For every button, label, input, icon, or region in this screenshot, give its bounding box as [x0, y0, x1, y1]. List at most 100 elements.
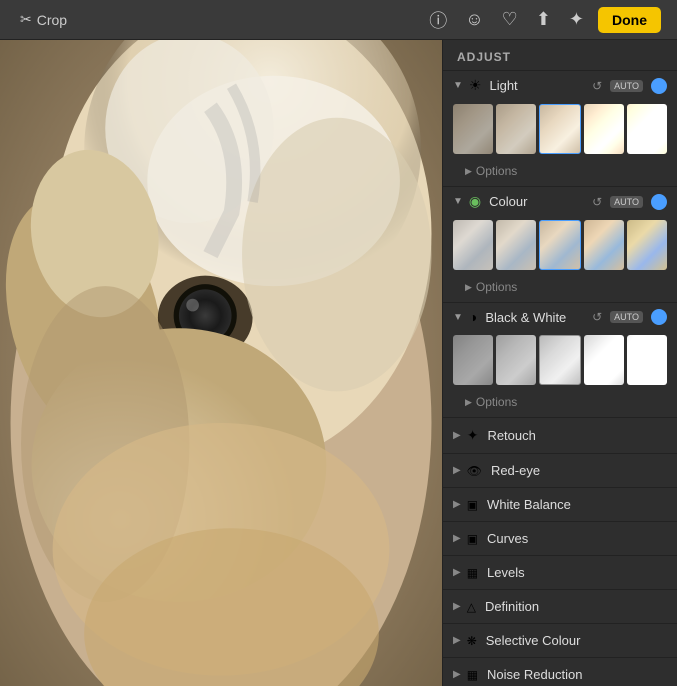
- bw-thumb-4[interactable]: [627, 335, 667, 385]
- whitebalance-icon: ▣: [467, 498, 478, 512]
- light-section: ▼ ☀ Light ↺ AUTO ▶ Options: [443, 71, 677, 187]
- retouch-label: Retouch: [487, 428, 535, 443]
- light-thumb-2[interactable]: [539, 104, 581, 154]
- bw-thumb-1[interactable]: [496, 335, 536, 385]
- colour-chevron-down: ▼: [453, 196, 463, 207]
- light-options-label: Options: [476, 164, 517, 178]
- top-bar: ✂ Crop ⓘ ☺ ♡ ⬆ ✦ Done: [0, 0, 677, 40]
- adjust-title: ADJUST: [443, 40, 677, 71]
- colour-options-chevron: ▶: [465, 282, 472, 293]
- light-label: Light: [489, 78, 588, 93]
- colour-options-label: Options: [476, 280, 517, 294]
- definition-icon: △: [467, 600, 476, 614]
- colour-section-header[interactable]: ▼ ◉ Colour ↺ AUTO: [443, 187, 677, 216]
- light-section-header[interactable]: ▼ ☀ Light ↺ AUTO: [443, 71, 677, 100]
- light-thumb-3[interactable]: [584, 104, 624, 154]
- bw-toggle[interactable]: [651, 309, 667, 325]
- whitebalance-label: White Balance: [487, 497, 571, 512]
- retouch-chevron: ▶: [453, 430, 461, 441]
- redeye-chevron: ▶: [453, 465, 461, 476]
- share-icon[interactable]: ⬆: [532, 5, 555, 34]
- bw-chevron-down: ▼: [453, 312, 463, 323]
- noisereduction-section[interactable]: ▶ ▦ Noise Reduction: [443, 658, 677, 686]
- bw-auto-badge[interactable]: AUTO: [610, 311, 643, 323]
- info-icon[interactable]: ⓘ: [425, 3, 451, 37]
- whitebalance-chevron: ▶: [453, 499, 461, 510]
- retouch-section[interactable]: ▶ ✦ Retouch: [443, 418, 677, 454]
- bw-icon: ◑: [469, 309, 477, 325]
- bw-section: ▼ ◑ Black & White ↺ AUTO ▶ Options: [443, 303, 677, 418]
- light-thumbnails: [443, 100, 677, 160]
- light-toggle[interactable]: [651, 78, 667, 94]
- light-thumb-4[interactable]: [627, 104, 667, 154]
- colour-label: Colour: [489, 194, 588, 209]
- colour-thumb-0[interactable]: [453, 220, 493, 270]
- curves-label: Curves: [487, 531, 528, 546]
- bw-thumb-0[interactable]: [453, 335, 493, 385]
- light-reset-icon[interactable]: ↺: [592, 79, 602, 93]
- bw-options-label: Options: [476, 395, 517, 409]
- curves-chevron: ▶: [453, 533, 461, 544]
- light-icon: ☀: [469, 77, 482, 94]
- selectivecolour-section[interactable]: ▶ ❋ Selective Colour: [443, 624, 677, 658]
- definition-section[interactable]: ▶ △ Definition: [443, 590, 677, 624]
- colour-thumb-2[interactable]: [539, 220, 581, 270]
- bw-thumbnails: [443, 331, 677, 391]
- bw-thumb-3[interactable]: [584, 335, 624, 385]
- bw-reset-icon[interactable]: ↺: [592, 310, 602, 324]
- levels-chevron: ▶: [453, 567, 461, 578]
- redeye-section[interactable]: ▶ 👁 Red-eye: [443, 454, 677, 488]
- colour-icon: ◉: [469, 193, 481, 210]
- crop-button[interactable]: ✂ Crop: [10, 7, 77, 32]
- main-content: ADJUST ▼ ☀ Light ↺ AUTO ▶ Options: [0, 40, 677, 686]
- heart-icon[interactable]: ♡: [498, 5, 522, 34]
- top-bar-icons: ⓘ ☺ ♡ ⬆ ✦ Done: [415, 3, 677, 37]
- light-chevron-down: ▼: [453, 80, 463, 91]
- selectivecolour-label: Selective Colour: [486, 633, 581, 648]
- bw-label: Black & White: [485, 310, 588, 325]
- colour-thumb-4[interactable]: [627, 220, 667, 270]
- noisereduction-chevron: ▶: [453, 669, 461, 680]
- colour-options[interactable]: ▶ Options: [443, 276, 677, 302]
- light-auto-badge[interactable]: AUTO: [610, 80, 643, 92]
- definition-label: Definition: [485, 599, 539, 614]
- bw-options[interactable]: ▶ Options: [443, 391, 677, 417]
- noisereduction-icon: ▦: [467, 668, 478, 682]
- done-button[interactable]: Done: [598, 7, 661, 33]
- dog-image: [0, 40, 442, 686]
- colour-thumbnails: [443, 216, 677, 276]
- definition-chevron: ▶: [453, 601, 461, 612]
- colour-auto-badge[interactable]: AUTO: [610, 196, 643, 208]
- colour-toggle[interactable]: [651, 194, 667, 210]
- light-thumb-1[interactable]: [496, 104, 536, 154]
- colour-thumb-1[interactable]: [496, 220, 536, 270]
- light-thumb-0[interactable]: [453, 104, 493, 154]
- curves-icon: ▣: [467, 532, 478, 546]
- curves-section[interactable]: ▶ ▣ Curves: [443, 522, 677, 556]
- levels-label: Levels: [487, 565, 525, 580]
- bw-section-header[interactable]: ▼ ◑ Black & White ↺ AUTO: [443, 303, 677, 331]
- retouch-icon: ✦: [467, 427, 479, 444]
- colour-reset-icon[interactable]: ↺: [592, 195, 602, 209]
- colour-section: ▼ ◉ Colour ↺ AUTO ▶ Options: [443, 187, 677, 303]
- light-options[interactable]: ▶ Options: [443, 160, 677, 186]
- bw-thumb-2[interactable]: [539, 335, 581, 385]
- emoji-icon[interactable]: ☺: [461, 5, 487, 34]
- dog-svg: [0, 40, 442, 686]
- light-options-chevron: ▶: [465, 166, 472, 177]
- redeye-icon: 👁: [467, 464, 482, 478]
- levels-section[interactable]: ▶ ▦ Levels: [443, 556, 677, 590]
- bw-options-chevron: ▶: [465, 397, 472, 408]
- whitebalance-section[interactable]: ▶ ▣ White Balance: [443, 488, 677, 522]
- levels-icon: ▦: [467, 566, 478, 580]
- selectivecolour-icon: ❋: [467, 634, 477, 648]
- colour-thumb-3[interactable]: [584, 220, 624, 270]
- crop-icon: ✂: [20, 11, 32, 28]
- selectivecolour-chevron: ▶: [453, 635, 461, 646]
- redeye-label: Red-eye: [491, 463, 540, 478]
- adjust-panel: ADJUST ▼ ☀ Light ↺ AUTO ▶ Options: [442, 40, 677, 686]
- adjust-icon[interactable]: ✦: [565, 5, 588, 34]
- noisereduction-label: Noise Reduction: [487, 667, 582, 682]
- top-bar-left: ✂ Crop: [0, 7, 415, 32]
- crop-label: Crop: [37, 12, 67, 28]
